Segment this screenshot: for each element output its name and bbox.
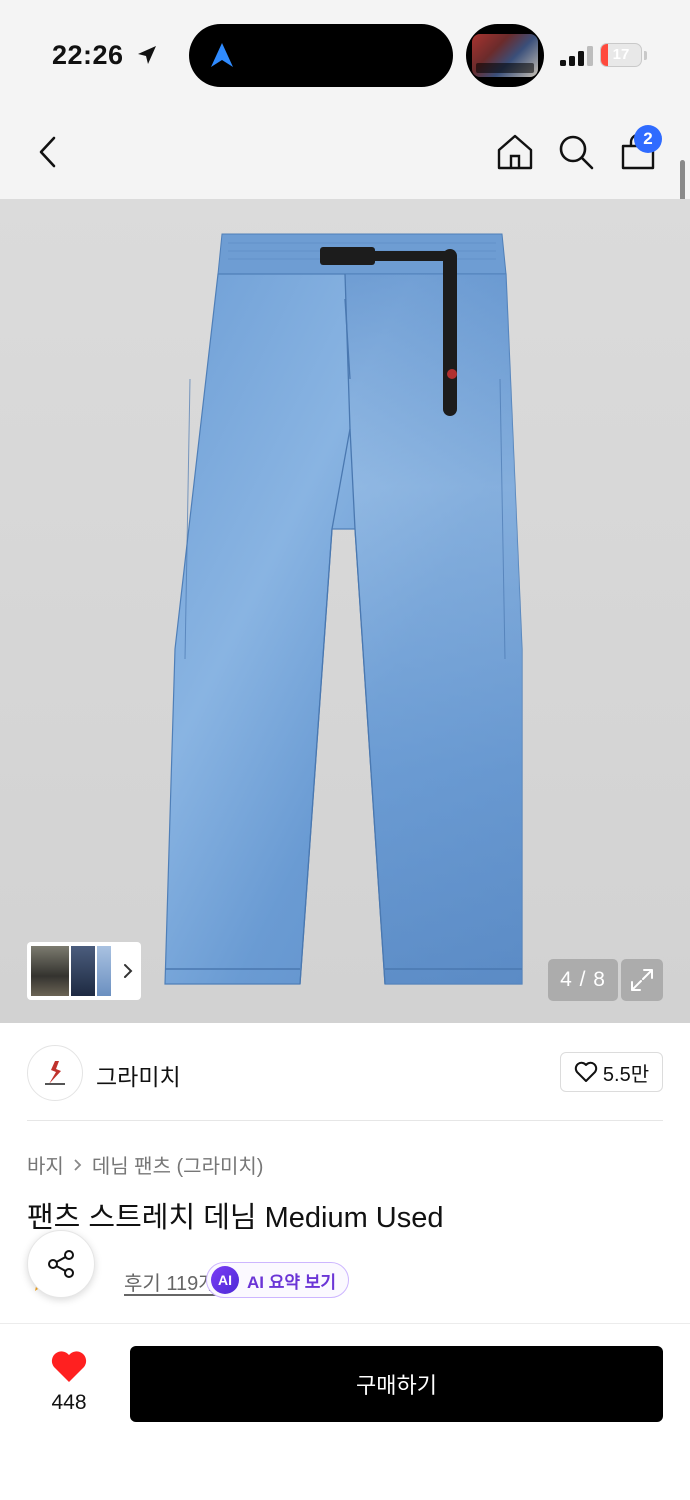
heart-icon xyxy=(51,1351,87,1382)
wishlist-button[interactable]: 448 xyxy=(30,1348,108,1422)
status-time: 22:26 xyxy=(52,40,124,70)
review-row: 후기 119개 AI AI 요약 보기 xyxy=(27,1260,667,1300)
breadcrumb-item[interactable]: 데님 팬츠 (그라미치) xyxy=(92,1150,264,1179)
chevron-right-icon xyxy=(74,1158,82,1171)
top-nav-bar xyxy=(0,105,690,199)
battery-icon: 17 xyxy=(600,43,642,67)
brand-logo[interactable] xyxy=(27,1045,83,1101)
brand-name[interactable]: 그라미치 xyxy=(96,1058,181,1092)
location-arrow-icon xyxy=(138,46,156,64)
thumbnail-image[interactable] xyxy=(31,946,69,996)
breadcrumb-item[interactable]: 바지 xyxy=(27,1150,64,1179)
share-button[interactable] xyxy=(27,1230,95,1298)
chevron-right-icon xyxy=(124,964,133,978)
thumbnail-image[interactable] xyxy=(71,946,95,996)
battery-cap xyxy=(644,51,647,60)
expand-icon xyxy=(631,969,653,991)
thumbnail-image[interactable] xyxy=(97,946,111,996)
search-button[interactable] xyxy=(554,130,598,174)
back-button[interactable] xyxy=(26,130,70,174)
news-thumbnail xyxy=(472,34,538,77)
review-count-link[interactable]: 후기 119개 xyxy=(124,1267,217,1296)
brand-row[interactable]: 그라미치 5.5만 xyxy=(0,1023,690,1121)
brand-like-button[interactable]: 5.5만 xyxy=(560,1052,663,1092)
navigation-icon xyxy=(211,43,233,67)
wishlist-count: 448 xyxy=(51,1391,87,1414)
ai-summary-button[interactable]: AI AI 요약 보기 xyxy=(206,1262,350,1298)
bottom-action-bar: 448 구매하기 xyxy=(0,1323,690,1500)
dynamic-island[interactable] xyxy=(189,24,453,87)
home-icon xyxy=(497,134,533,170)
brand-logo-mark xyxy=(45,1061,65,1085)
search-icon xyxy=(559,135,594,170)
image-page-counter: 4 / 8 xyxy=(548,959,618,1001)
ai-icon: AI xyxy=(211,1266,239,1294)
product-photo-jeans xyxy=(164,233,523,985)
image-thumbnail-strip[interactable] xyxy=(27,942,141,1000)
status-bar: 22:26 17 xyxy=(0,0,690,105)
home-button[interactable] xyxy=(493,130,537,174)
signal-icon xyxy=(560,46,593,66)
divider xyxy=(27,1120,663,1121)
buy-button[interactable]: 구매하기 xyxy=(130,1346,663,1422)
breadcrumb: 바지 데님 팬츠 (그라미치) xyxy=(27,1150,263,1179)
back-icon xyxy=(39,136,56,168)
cart-count-badge: 2 xyxy=(634,125,662,153)
product-image-gallery[interactable]: 4 / 8 xyxy=(0,199,690,1023)
expand-image-button[interactable] xyxy=(621,959,663,1001)
battery-level: 17 xyxy=(612,46,630,63)
ai-summary-label: AI 요약 보기 xyxy=(247,1272,337,1292)
brand-like-count: 5.5만 xyxy=(602,1063,650,1086)
live-activity-thumbnail[interactable] xyxy=(466,24,544,87)
product-title: 팬츠 스트레치 데님 Medium Used xyxy=(27,1202,444,1234)
heart-outline-icon xyxy=(574,1061,598,1082)
share-icon xyxy=(48,1250,74,1278)
